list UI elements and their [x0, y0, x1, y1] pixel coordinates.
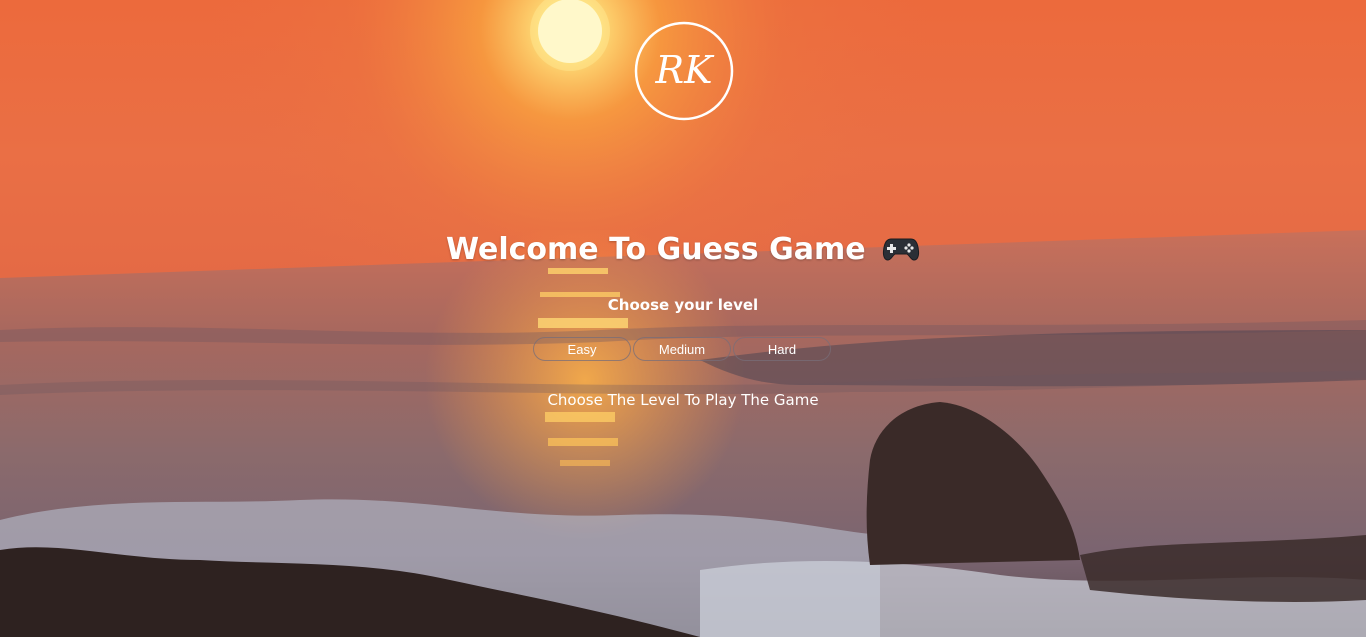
hard-button[interactable]: Hard [733, 337, 831, 361]
medium-button[interactable]: Medium [633, 337, 731, 361]
game-page: RK Welcome To Guess Game Choose your lev… [0, 0, 1366, 637]
easy-button[interactable]: Easy [533, 337, 631, 361]
level-prompt: Choose your level [607, 296, 759, 314]
page-title-text: Welcome To Guess Game [445, 232, 866, 267]
level-options: Easy Medium Hard [533, 337, 835, 363]
page-title: Welcome To Guess Game [0, 232, 1366, 267]
game-controller-icon [882, 238, 920, 261]
rk-logo: RK [634, 21, 734, 121]
logo-text: RK [655, 48, 716, 92]
status-message: Choose The Level To Play The Game [547, 391, 819, 409]
